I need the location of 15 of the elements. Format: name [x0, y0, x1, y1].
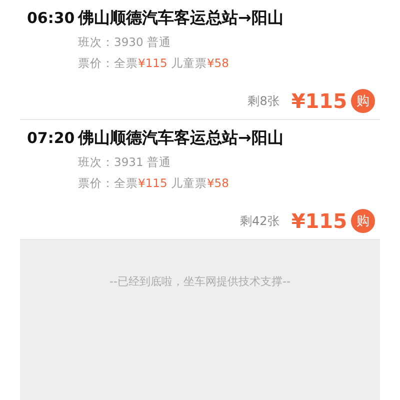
trip-number: 班次：3931 普通	[78, 155, 172, 170]
fare-line: 票价：全票¥115 儿童票¥58	[78, 56, 230, 71]
fare-line: 票价：全票¥115 儿童票¥58	[78, 176, 230, 191]
remaining-tickets: 剩8张	[248, 92, 280, 110]
route-title: 佛山顺德汽车客运总站→阳山	[78, 128, 284, 149]
route-title: 佛山顺德汽车客运总站→阳山	[78, 8, 284, 29]
ticket-price: ¥115	[291, 89, 347, 113]
trip-number: 班次：3930 普通	[78, 35, 172, 50]
remaining-tickets: 剩42张	[240, 212, 280, 230]
departure-time: 07:20	[26, 129, 76, 147]
departure-time: 06:30	[26, 9, 76, 27]
ticket-price: ¥115	[291, 209, 347, 233]
end-of-list-text: --已经到底啦，坐车网提供技术支撑--	[110, 274, 290, 288]
buy-button[interactable]: 购	[351, 209, 375, 233]
buy-button[interactable]: 购	[351, 89, 375, 113]
